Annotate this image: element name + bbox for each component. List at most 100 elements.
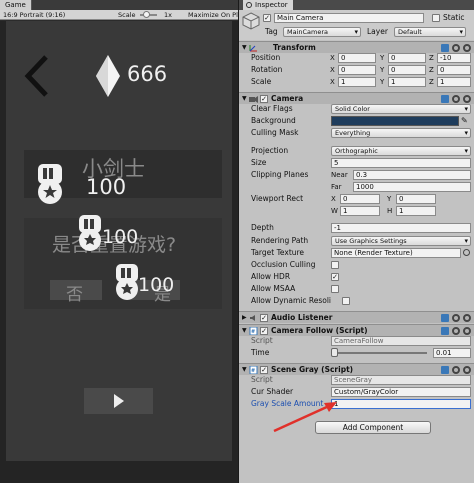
clipping-near-row: Clipping Planes Near 0.3 <box>239 169 474 181</box>
medal-icon-overlap-2 <box>116 264 138 300</box>
static-checkbox[interactable] <box>432 14 440 22</box>
preset-icon[interactable] <box>452 314 460 322</box>
culling-mask-row: Culling Mask Everything <box>239 127 474 139</box>
object-picker-icon[interactable] <box>463 249 470 256</box>
active-checkbox[interactable]: ✓ <box>263 14 271 22</box>
help-book-icon[interactable] <box>441 44 449 52</box>
allow-msaa-checkbox[interactable] <box>331 285 339 293</box>
preset-icon[interactable] <box>452 44 460 52</box>
clipping-planes-label: Clipping Planes <box>251 170 309 179</box>
background-color-swatch[interactable] <box>331 116 459 126</box>
size-field[interactable]: 5 <box>331 158 471 168</box>
help-book-icon[interactable] <box>441 95 449 103</box>
allow-dynamic-resolution-checkbox[interactable] <box>342 297 350 305</box>
cur-shader-field[interactable]: Custom/GrayColor <box>331 387 471 397</box>
audio-listener-enabled-checkbox[interactable]: ✓ <box>260 314 268 322</box>
tag-dropdown[interactable]: MainCamera <box>283 27 361 37</box>
position-row: Position X0 Y0 Z -10 <box>239 52 474 64</box>
x-axis-label: X <box>330 54 335 62</box>
settings-gear-icon[interactable] <box>463 327 471 335</box>
position-label: Position <box>251 53 281 62</box>
culling-mask-dropdown[interactable]: Everything <box>331 128 471 138</box>
layer-label: Layer <box>367 27 388 36</box>
scene-gray-script-field: SceneGray <box>331 375 471 385</box>
play-button[interactable] <box>84 388 153 414</box>
no-button-label: 否 <box>66 285 83 305</box>
viewport-x[interactable]: 0 <box>340 194 380 204</box>
rotation-y[interactable]: 0 <box>388 65 426 75</box>
object-name-field[interactable]: Main Camera <box>274 13 424 23</box>
time-slider-track[interactable] <box>331 352 427 354</box>
scale-x[interactable]: 1 <box>338 77 376 87</box>
aspect-dropdown[interactable]: 16:9 Portrait (9:16) <box>3 10 65 20</box>
rotation-label: Rotation <box>251 65 283 74</box>
clear-flags-row: Clear Flags Solid Color <box>239 103 474 115</box>
viewport-w[interactable]: 1 <box>340 206 380 216</box>
scale-y[interactable]: 1 <box>388 77 426 87</box>
far-field[interactable]: 1000 <box>353 182 471 192</box>
position-y[interactable]: 0 <box>388 53 426 63</box>
time-slider-knob[interactable] <box>331 348 338 357</box>
settings-gear-icon[interactable] <box>463 314 471 322</box>
audio-listener-header[interactable]: ▶ ✓ Audio Listener <box>239 311 474 323</box>
clear-flags-label: Clear Flags <box>251 104 293 113</box>
back-arrow-icon[interactable] <box>24 54 50 98</box>
position-x[interactable]: 0 <box>338 53 376 63</box>
occlusion-row: Occlusion Culling <box>239 259 474 271</box>
time-label: Time <box>251 348 270 357</box>
size-row: Size 5 <box>239 157 474 169</box>
background-label: Background <box>251 116 296 125</box>
viewport-h[interactable]: 1 <box>396 206 436 216</box>
time-field[interactable]: 0.01 <box>433 348 471 358</box>
game-tab-bar: Game <box>0 0 238 10</box>
preset-icon[interactable] <box>452 95 460 103</box>
viewport-rect-label: Viewport Rect <box>251 194 304 203</box>
cur-shader-label: Cur Shader <box>251 387 294 396</box>
y-axis-label: Y <box>380 78 385 86</box>
near-field[interactable]: 0.3 <box>353 170 471 180</box>
allow-dynamic-resolution-label: Allow Dynamic Resoli <box>251 296 332 305</box>
help-book-icon[interactable] <box>441 327 449 335</box>
projection-dropdown[interactable]: Orthographic <box>331 146 471 156</box>
target-texture-field[interactable]: None (Render Texture) <box>331 248 461 258</box>
rotation-x[interactable]: 0 <box>338 65 376 75</box>
h-axis-label: H <box>387 207 393 215</box>
overlap-score-2: 100 <box>138 274 175 296</box>
script-label: Script <box>251 375 273 384</box>
clear-flags-dropdown[interactable]: Solid Color <box>331 104 471 114</box>
allow-hdr-checkbox[interactable]: ✓ <box>331 273 339 281</box>
help-book-icon[interactable] <box>441 366 449 374</box>
y-axis-label: Y <box>387 195 392 203</box>
rendering-path-dropdown[interactable]: Use Graphics Settings <box>331 236 471 246</box>
depth-field[interactable]: -1 <box>331 223 471 233</box>
audio-listener-icon <box>250 315 255 321</box>
gray-scale-amount-field[interactable]: 1 <box>331 399 471 409</box>
camera-enabled-checkbox[interactable]: ✓ <box>260 95 268 103</box>
viewport-y[interactable]: 0 <box>396 194 436 204</box>
y-axis-label: Y <box>380 54 385 62</box>
layer-dropdown[interactable]: Default <box>394 27 466 37</box>
settings-gear-icon[interactable] <box>463 95 471 103</box>
occlusion-culling-checkbox[interactable] <box>331 261 339 269</box>
scale-z[interactable]: 1 <box>437 77 471 87</box>
preset-icon[interactable] <box>452 327 460 335</box>
scale-slider-knob[interactable] <box>143 11 150 18</box>
preset-icon[interactable] <box>452 366 460 374</box>
settings-gear-icon[interactable] <box>463 366 471 374</box>
rotation-row: Rotation X0 Y0 Z0 <box>239 64 474 76</box>
static-label: Static <box>443 13 465 22</box>
camera-follow-enabled-checkbox[interactable]: ✓ <box>260 327 268 335</box>
scene-gray-enabled-checkbox[interactable]: ✓ <box>260 366 268 374</box>
eyedropper-icon[interactable]: ✎ <box>461 115 468 127</box>
position-z[interactable]: -10 <box>437 53 471 63</box>
z-axis-label: Z <box>429 78 434 86</box>
game-screen: 666 小剑士 100 是否重置游戏? 100 否 是 100 <box>6 21 232 461</box>
tab-inspector[interactable]: Inspector <box>243 0 293 10</box>
settings-gear-icon[interactable] <box>463 44 471 52</box>
info-icon <box>246 2 252 8</box>
viewport-xy-row: Viewport Rect X0 Y0 <box>239 193 474 205</box>
help-book-icon[interactable] <box>441 314 449 322</box>
tab-game[interactable]: Game <box>0 0 32 10</box>
rotation-z[interactable]: 0 <box>437 65 471 75</box>
hdr-row: Allow HDR ✓ <box>239 271 474 283</box>
